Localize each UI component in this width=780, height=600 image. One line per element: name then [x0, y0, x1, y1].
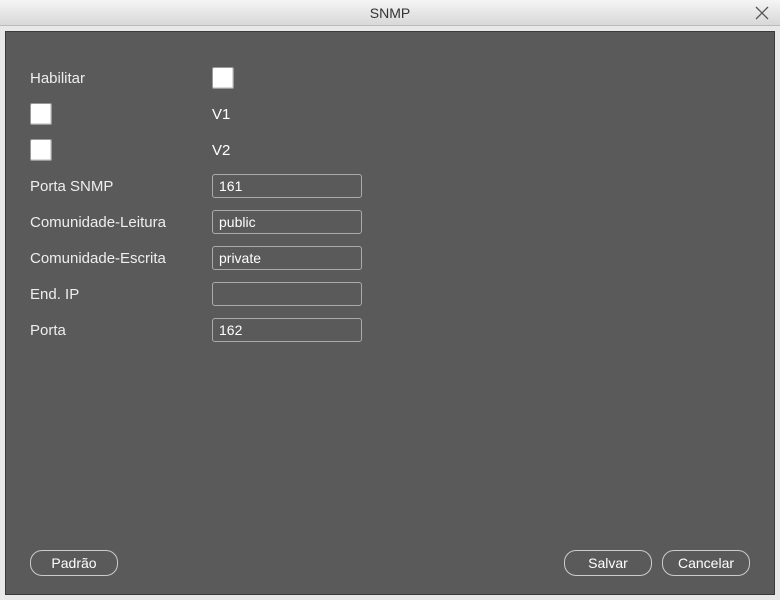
titlebar: SNMP: [0, 0, 780, 26]
end-ip-input[interactable]: [212, 282, 362, 306]
dialog-body: Habilitar V1: [5, 31, 775, 595]
porta-snmp-label: Porta SNMP: [30, 178, 212, 195]
row-habilitar: Habilitar: [30, 60, 750, 96]
porta-label: Porta: [30, 322, 212, 339]
comunidade-leitura-input[interactable]: [212, 210, 362, 234]
close-icon: [755, 6, 769, 20]
right-buttons: Salvar Cancelar: [564, 550, 750, 576]
row-comunidade-escrita: Comunidade-Escrita: [30, 240, 750, 276]
row-v1: V1: [30, 96, 750, 132]
salvar-button[interactable]: Salvar: [564, 550, 652, 576]
button-row: Padrão Salvar Cancelar: [30, 544, 750, 576]
porta-input[interactable]: [212, 318, 362, 342]
comunidade-escrita-label: Comunidade-Escrita: [30, 250, 212, 267]
v2-label: V2: [212, 142, 230, 159]
row-comunidade-leitura: Comunidade-Leitura: [30, 204, 750, 240]
habilitar-label: Habilitar: [30, 70, 212, 87]
v1-checkbox[interactable]: [30, 103, 52, 125]
porta-snmp-input[interactable]: [212, 174, 362, 198]
snmp-form: Habilitar V1: [30, 60, 750, 544]
row-v2: V2: [30, 132, 750, 168]
row-porta-snmp: Porta SNMP: [30, 168, 750, 204]
snmp-dialog: SNMP Habilitar: [0, 0, 780, 600]
row-porta: Porta: [30, 312, 750, 348]
end-ip-label: End. IP: [30, 286, 212, 303]
close-button[interactable]: [752, 3, 772, 23]
row-end-ip: End. IP: [30, 276, 750, 312]
comunidade-escrita-input[interactable]: [212, 246, 362, 270]
v2-checkbox[interactable]: [30, 139, 52, 161]
habilitar-checkbox[interactable]: [212, 67, 234, 89]
comunidade-leitura-label: Comunidade-Leitura: [30, 214, 212, 231]
dialog-body-outer: Habilitar V1: [0, 26, 780, 600]
v1-label: V1: [212, 106, 230, 123]
cancelar-button[interactable]: Cancelar: [662, 550, 750, 576]
padrao-button[interactable]: Padrão: [30, 550, 118, 576]
window-title: SNMP: [0, 5, 780, 21]
left-buttons: Padrão: [30, 550, 118, 576]
